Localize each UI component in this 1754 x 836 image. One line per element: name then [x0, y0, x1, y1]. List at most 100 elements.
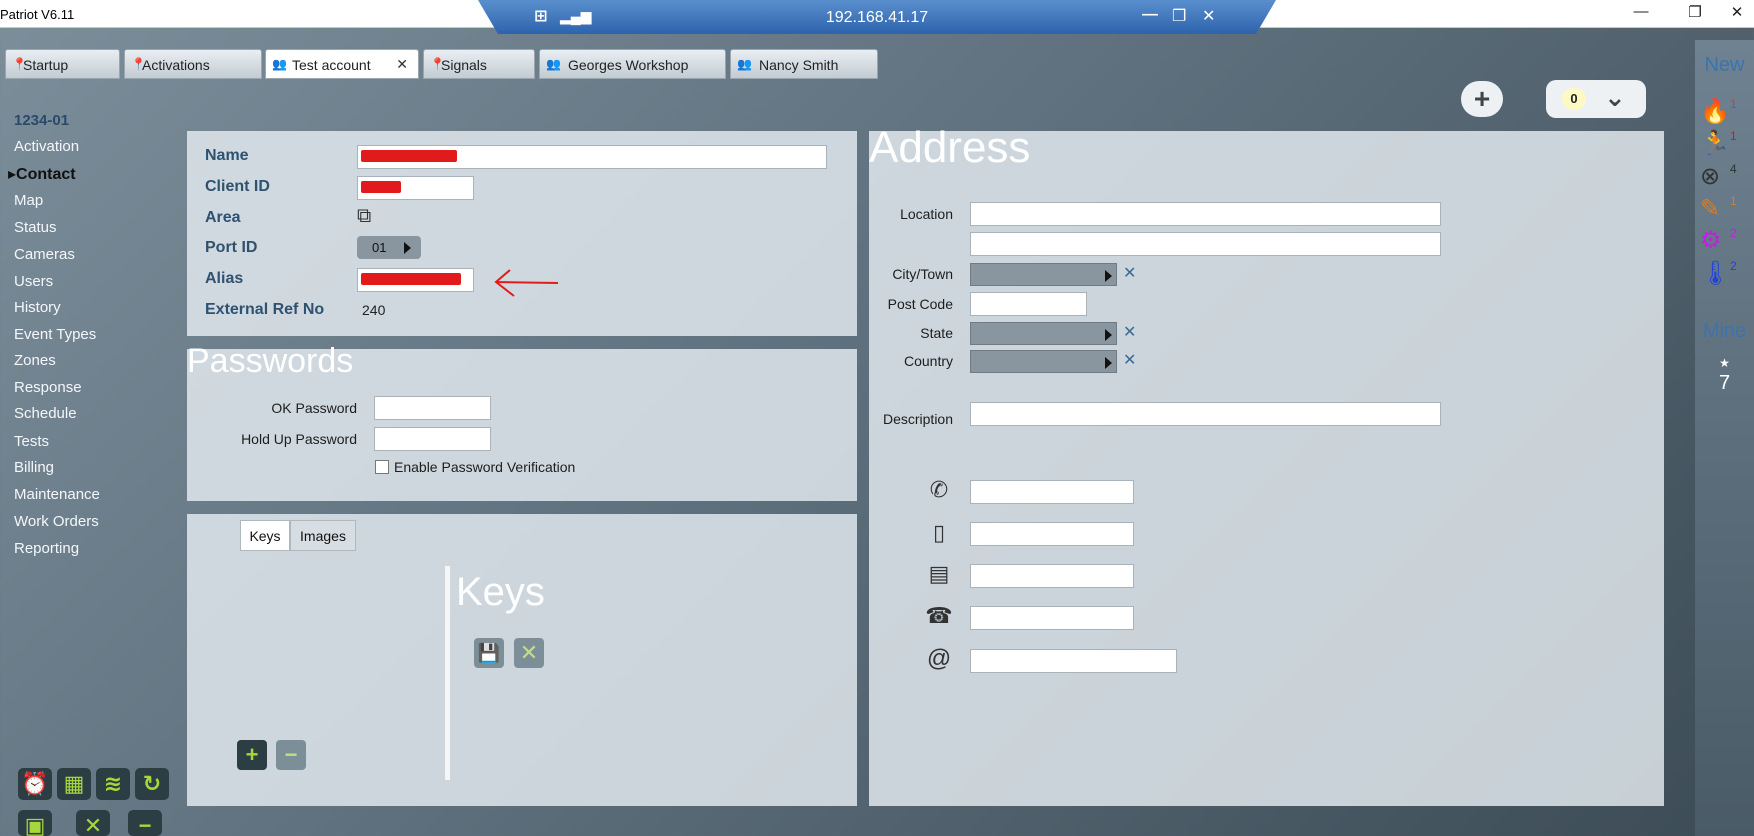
location-line2-field[interactable] [970, 232, 1441, 256]
sidebar-item-label: Contact [16, 166, 76, 183]
redaction-mark [361, 181, 401, 193]
alarm-service[interactable]: ⚙ 2 [1700, 226, 1748, 256]
sidebar-item-schedule[interactable]: Schedule [14, 405, 77, 422]
sidebar-item-work-orders[interactable]: Work Orders [14, 513, 99, 530]
ok-password-field[interactable] [374, 396, 491, 420]
alarm-count: 1 [1730, 97, 1737, 111]
people-icon: 👥 [546, 57, 561, 71]
sidebar-item-history[interactable]: History [14, 299, 61, 316]
hold-up-password-field[interactable] [374, 427, 491, 451]
city-select[interactable] [970, 263, 1117, 286]
clear-state-icon[interactable]: ✕ [1123, 322, 1136, 342]
mobile-field[interactable] [970, 522, 1134, 546]
location-label: Location [900, 206, 953, 222]
tab-keys[interactable]: Keys [240, 520, 290, 551]
plus-icon: + [245, 742, 259, 767]
signal-button[interactable]: ≋ [96, 768, 130, 800]
tab-close-icon[interactable]: ✕ [396, 56, 408, 73]
cancel-key-button[interactable]: ✕ [514, 638, 544, 668]
tab-startup[interactable]: 📍 Startup [5, 49, 120, 79]
area-picker-icon[interactable]: ⧉ [357, 205, 371, 228]
sidebar-item-activation[interactable]: Activation [14, 138, 79, 155]
minus-icon: − [138, 813, 152, 836]
clear-city-icon[interactable]: ✕ [1123, 263, 1136, 283]
mine-alarms-label: Mine [1702, 320, 1747, 342]
sidebar-item-status[interactable]: Status [14, 219, 57, 236]
tab-test-account[interactable]: 👥 Test account ✕ [265, 49, 419, 79]
area-label: Area [205, 209, 241, 226]
mine-count: 7 [1718, 372, 1731, 394]
alarm-temperature[interactable]: 🌡 2 [1700, 259, 1748, 289]
alarm-tamper[interactable]: ✎ 1 [1700, 194, 1748, 224]
port-id-label: Port ID [205, 239, 258, 256]
tab-nancy-smith[interactable]: 👥 Nancy Smith [730, 49, 878, 79]
alarm-intruder[interactable]: 🏃 1 [1700, 129, 1748, 159]
remote-close-button[interactable]: ✕ [1202, 6, 1215, 26]
restore-button[interactable]: ❐ [1680, 3, 1710, 21]
remote-restore-button[interactable]: ❐ [1172, 6, 1186, 26]
refresh-button[interactable]: ↻ [135, 768, 169, 800]
sidebar-item-billing[interactable]: Billing [14, 459, 54, 476]
enable-verification-checkbox[interactable] [375, 460, 389, 474]
sidebar-item-zones[interactable]: Zones [14, 352, 56, 369]
fax-field[interactable] [970, 606, 1134, 630]
clear-country-icon[interactable]: ✕ [1123, 350, 1136, 370]
email-at-icon: @ [926, 645, 952, 672]
sidebar-item-maintenance[interactable]: Maintenance [14, 486, 100, 503]
activation-counter[interactable]: 0 ⌄ [1546, 80, 1646, 118]
description-field[interactable] [970, 402, 1441, 426]
minus-icon: − [284, 742, 298, 767]
state-select[interactable] [970, 322, 1117, 345]
temperature-icon: 🌡 [1700, 260, 1731, 287]
minimize-button[interactable]: — [1626, 3, 1656, 20]
triangle-right-icon [1105, 270, 1112, 282]
sidebar-item-tests[interactable]: Tests [14, 433, 49, 450]
save-button[interactable]: ▣ [18, 810, 52, 836]
tab-label: Test account [292, 57, 371, 73]
sidebar-item-reporting[interactable]: Reporting [14, 540, 79, 557]
tab-signals[interactable]: 📍 Signals [423, 49, 535, 79]
sidebar-item-users[interactable]: Users [14, 273, 53, 290]
port-id-select[interactable]: 01 [357, 236, 421, 259]
tab-images[interactable]: Images [290, 520, 356, 551]
tab-activations[interactable]: 📍 Activations [124, 49, 262, 79]
remote-connection-bar: ⊞ ▂▄▆ 192.168.41.17 — ❐ ✕ [478, 0, 1276, 34]
pin-icon: 📍 [430, 57, 445, 71]
country-select[interactable] [970, 350, 1117, 373]
close-button[interactable]: ✕ [1722, 3, 1752, 21]
pin-icon: 📍 [131, 57, 146, 71]
delete-button[interactable]: − [128, 810, 162, 836]
add-key-button[interactable]: + [237, 740, 267, 770]
cancel-button[interactable]: ✕ [76, 810, 110, 836]
alarm-count: 1 [1730, 194, 1737, 208]
remove-key-button[interactable]: − [276, 740, 306, 770]
alarm-queue-strip: New Mine ★ 7 [1695, 40, 1754, 836]
remote-minimize-button[interactable]: — [1142, 6, 1158, 24]
description-label: Description [882, 411, 953, 427]
name-label: Name [205, 147, 249, 164]
phone-field[interactable] [970, 480, 1134, 504]
tab-georges-workshop[interactable]: 👥 Georges Workshop [539, 49, 726, 79]
alarm-fault[interactable]: ⊗ 4 [1700, 162, 1748, 192]
sidebar-item-cameras[interactable]: Cameras [14, 246, 75, 263]
sidebar-item-event-types[interactable]: Event Types [14, 326, 96, 343]
email-field[interactable] [970, 649, 1177, 673]
red-arrow-annotation-icon [494, 269, 559, 297]
sidebar-item-contact[interactable]: ▸Contact [8, 164, 76, 184]
alarm-clock-button[interactable]: ⏰ [18, 768, 52, 800]
sidebar-item-map[interactable]: Map [14, 192, 43, 209]
pager-field[interactable] [970, 564, 1134, 588]
location-line1-field[interactable] [970, 202, 1441, 226]
phone-handset-icon: ✆ [929, 477, 949, 502]
add-button[interactable]: + [1461, 81, 1503, 117]
active-marker-icon: ▸ [8, 166, 17, 183]
sidebar-item-response[interactable]: Response [14, 379, 82, 396]
hold-up-password-label: Hold Up Password [241, 431, 357, 447]
building-button[interactable]: ▦ [57, 768, 91, 800]
post-code-field[interactable] [970, 292, 1087, 316]
alarm-fire[interactable]: 🔥 1 [1700, 97, 1748, 127]
enable-verification-label: Enable Password Verification [394, 459, 576, 475]
save-key-button[interactable]: 💾 [474, 638, 504, 668]
people-icon: 👥 [737, 57, 752, 71]
mobile-phone-icon: ▯ [932, 520, 946, 545]
